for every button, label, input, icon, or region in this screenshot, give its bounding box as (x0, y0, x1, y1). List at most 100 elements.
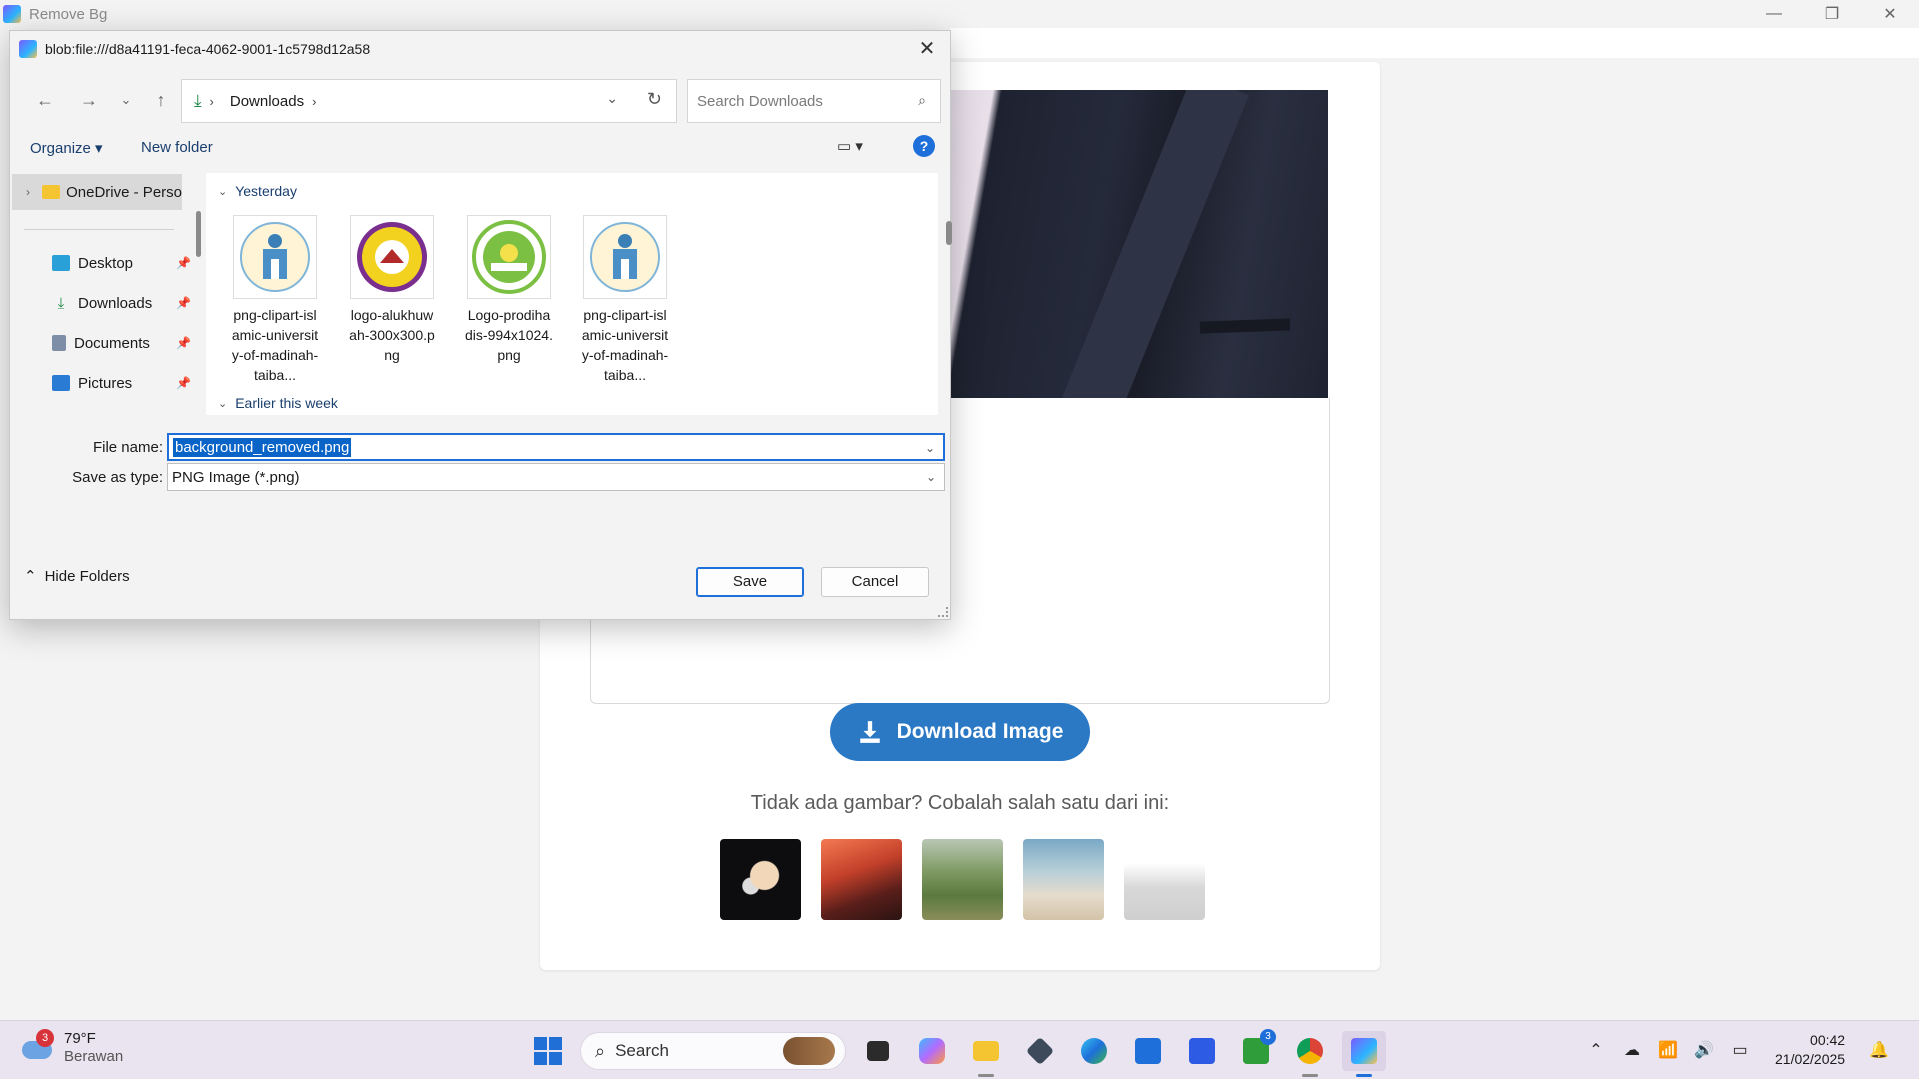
result-image (950, 90, 1328, 398)
file-list-scrollbar[interactable] (946, 221, 952, 245)
save-button[interactable]: Save (696, 567, 804, 597)
clock[interactable]: 00:42 21/02/2025 (1775, 1031, 1845, 1069)
university-emblem-icon (233, 215, 317, 299)
file-name: Logo-prodihadis-994x1024.png (465, 307, 553, 363)
sidebar-item-downloads[interactable]: ⤓ Downloads 📌 (52, 291, 191, 315)
minimize-button[interactable]: — (1745, 0, 1803, 28)
file-explorer-icon[interactable] (964, 1031, 1008, 1077)
clock-date: 21/02/2025 (1775, 1051, 1846, 1067)
remove-bg-app-icon[interactable] (1342, 1031, 1386, 1077)
folder-icon (42, 185, 61, 199)
new-folder-button[interactable]: New folder (141, 139, 213, 156)
sidebar-item-documents[interactable]: Documents 📌 (52, 331, 191, 355)
file-item[interactable]: png-clipart-islamic-university-of-madina… (580, 215, 670, 385)
chevron-up-icon[interactable]: ⌃ (1585, 1040, 1607, 1060)
download-folder-icon: ⤓ (194, 91, 202, 110)
sidebar-item-desktop[interactable]: Desktop 📌 (52, 251, 191, 275)
navigation-pane: › OneDrive - Perso Desktop 📌 ⤓ Downloads… (12, 171, 192, 417)
close-window-button[interactable]: ✕ (1861, 0, 1919, 28)
recent-locations-chevron-icon[interactable]: ⌄ (111, 85, 141, 115)
group-header-earlier-this-week[interactable]: ⌄ Earlier this week (218, 395, 338, 411)
cube-app-icon[interactable] (1018, 1031, 1062, 1071)
breadcrumb-downloads[interactable]: Downloads (230, 93, 304, 110)
chevron-down-icon[interactable]: ⌄ (925, 441, 935, 455)
collapse-chevron-icon: ⌄ (218, 397, 228, 410)
sample-images (720, 839, 1205, 920)
refresh-icon[interactable]: ↻ (647, 89, 662, 110)
maximize-button[interactable]: ❐ (1803, 0, 1861, 28)
onedrive-cloud-icon[interactable]: ☁ (1621, 1040, 1643, 1060)
back-arrow-icon[interactable]: ← (30, 85, 60, 115)
chevron-down-icon[interactable]: ⌄ (926, 470, 936, 484)
file-name-field[interactable]: background_removed.png ⌄ (167, 433, 945, 461)
save-dialog: blob:file:///d8a41191-feca-4062-9001-1c5… (9, 30, 952, 620)
cloud-icon: 3 (20, 1029, 54, 1061)
system-tray: ⌃ ☁ 📶 🔊 ▭ 00:42 21/02/2025 🔔 (1585, 1031, 1889, 1069)
sample-person[interactable] (1124, 839, 1205, 920)
weather-condition: Berawan (64, 1048, 124, 1065)
sidebar-item-pictures[interactable]: Pictures 📌 (52, 371, 191, 395)
sample-planet[interactable] (720, 839, 801, 920)
group-header-yesterday[interactable]: ⌄ Yesterday (218, 183, 297, 199)
organize-button[interactable]: Organize ▾ (30, 139, 103, 157)
nav-row: ← → ⌄ ↑ ⤓ › Downloads › ⌄ ↻ ⌕ (10, 77, 950, 123)
search-icon: ⌕ (595, 1040, 606, 1061)
search-input[interactable] (697, 92, 897, 110)
chrome-icon[interactable] (1288, 1031, 1332, 1077)
chevron-up-icon: ⌃ (24, 568, 37, 585)
documents-icon (52, 335, 66, 351)
sample-valley[interactable] (922, 839, 1003, 920)
collapse-chevron-icon: ⌄ (218, 185, 228, 198)
hide-folders-button[interactable]: ⌃ Hide Folders (24, 567, 130, 586)
xbox-icon[interactable]: 3 (1234, 1029, 1278, 1071)
file-name-label: File name: (92, 439, 163, 456)
resize-grip-icon[interactable] (938, 607, 948, 617)
download-image-button[interactable]: Download Image (830, 703, 1090, 761)
edge-icon[interactable] (1072, 1031, 1116, 1071)
battery-icon[interactable]: ▭ (1729, 1040, 1751, 1060)
dialog-footer: ⌃ Hide Folders Save Cancel (10, 543, 950, 619)
download-icon (859, 721, 880, 743)
nav-pane-scrollbar[interactable] (196, 211, 201, 257)
save-type-label: Save as type: (72, 469, 163, 486)
wifi-icon[interactable]: 📶 (1657, 1040, 1679, 1060)
app-logo-icon (3, 5, 21, 23)
save-type-row: Save as type: PNG Image (*.png) ⌄ (10, 463, 950, 491)
file-item[interactable]: logo-alukhuwah-300x300.png (347, 215, 437, 365)
up-arrow-icon[interactable]: ↑ (146, 85, 176, 115)
sample-beach[interactable] (1023, 839, 1104, 920)
cancel-button[interactable]: Cancel (821, 567, 929, 597)
file-item[interactable]: Logo-prodihadis-994x1024.png (464, 215, 554, 365)
microsoft-store-icon[interactable] (1126, 1031, 1170, 1071)
dialog-titlebar: blob:file:///d8a41191-feca-4062-9001-1c5… (10, 31, 950, 67)
volume-icon[interactable]: 🔊 (1693, 1040, 1715, 1060)
address-bar[interactable]: ⤓ › Downloads › ⌄ ↻ (181, 79, 677, 123)
view-options-icon[interactable]: ▭ ▾ (837, 137, 863, 155)
start-button[interactable] (526, 1031, 570, 1071)
help-icon[interactable]: ? (913, 135, 935, 157)
sidebar-item-onedrive[interactable]: › OneDrive - Perso (12, 174, 182, 210)
weather-badge: 3 (36, 1029, 54, 1047)
taskbar-search[interactable]: ⌕ Search (580, 1032, 846, 1070)
search-box[interactable]: ⌕ (687, 79, 941, 123)
file-item[interactable]: png-clipart-islamic-university-of-madina… (230, 215, 320, 385)
pin-icon: 📌 (176, 336, 191, 350)
forward-arrow-icon[interactable]: → (74, 85, 104, 115)
app-titlebar: Remove Bg — ❐ ✕ (0, 0, 1919, 28)
save-type-select[interactable]: PNG Image (*.png) ⌄ (167, 463, 945, 491)
vscode-like-icon[interactable] (1180, 1031, 1224, 1071)
dialog-toolbar: Organize ▾ New folder ▭ ▾ ? (10, 131, 950, 165)
dialog-close-button[interactable]: ✕ (914, 37, 940, 61)
pin-icon: 📌 (176, 296, 191, 310)
app-logo-icon (19, 40, 37, 58)
expand-chevron-icon[interactable]: › (26, 185, 30, 199)
file-name: logo-alukhuwah-300x300.png (349, 307, 435, 363)
address-dropdown-icon[interactable]: ⌄ (606, 90, 618, 107)
task-view-icon[interactable] (856, 1031, 900, 1071)
copilot-icon[interactable] (910, 1031, 954, 1071)
try-samples-text: Tidak ada gambar? Cobalah salah satu dar… (750, 792, 1170, 814)
notification-bell-icon[interactable]: 🔔 (1869, 1040, 1889, 1060)
weather-widget[interactable]: 3 79°F Berawan (20, 1029, 124, 1066)
sample-canyon[interactable] (821, 839, 902, 920)
search-icon: ⌕ (918, 92, 926, 108)
